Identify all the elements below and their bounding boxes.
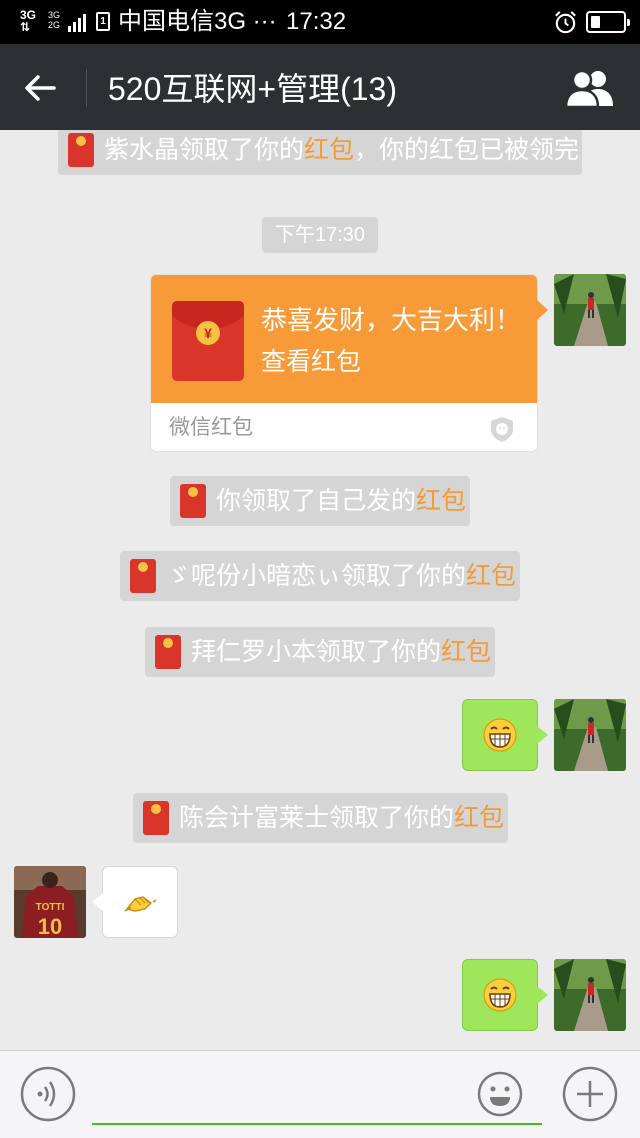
user-avatar-image [554, 959, 626, 1031]
red-packet-label: 微信红包 [169, 416, 253, 439]
red-packet-notice: ゞ呢份小暗恋ぃ领取了你的 红包 [120, 551, 520, 601]
grin-emoji-icon [483, 978, 517, 1012]
sim1-network-label: 3G [48, 10, 61, 20]
sim-card-icon: 1 [96, 12, 110, 31]
status-time: 17:32 [286, 8, 347, 35]
red-packet-link[interactable]: 红包 [441, 627, 491, 677]
totti-avatar-image: TOTTI 10 [14, 866, 86, 938]
notice-text: 你领取了自己发的 [216, 487, 417, 515]
red-packet-icon [155, 635, 181, 669]
wechat-shield-icon [491, 417, 513, 442]
red-packet-message[interactable]: ¥ 恭喜发财，大吉大利！ 查看红包 微信红包 [150, 274, 538, 452]
message-input[interactable] [92, 1071, 542, 1125]
user-avatar-image [554, 699, 626, 771]
data-arrows-icon: ⇅ [20, 20, 31, 34]
emoji-message[interactable] [92, 866, 178, 938]
jersey-number: 10 [38, 914, 62, 938]
avatar[interactable] [554, 959, 626, 1031]
group-members-icon[interactable] [564, 66, 616, 110]
coin-icon: ¥ [196, 321, 220, 345]
red-packet-notice: 陈会计富莱士领取了你的 红包 [133, 793, 508, 843]
header-divider [86, 69, 87, 107]
avatar[interactable]: TOTTI 10 [14, 866, 86, 938]
red-packet-link[interactable]: 红包 [466, 551, 516, 601]
red-packet-icon [143, 801, 169, 835]
red-packet-notice: 你领取了自己发的 红包 [170, 476, 470, 526]
red-packet-greeting: 恭喜发财，大吉大利！ [261, 305, 522, 335]
emoji-icon[interactable] [476, 1066, 524, 1122]
avatar[interactable] [554, 274, 626, 346]
red-packet-icon [130, 559, 156, 593]
view-red-packet[interactable]: 查看红包 [261, 345, 361, 379]
avatar[interactable] [554, 699, 626, 771]
bubble-tail [537, 300, 548, 320]
chat-header: 520互联网+管理(13) [0, 44, 640, 130]
chat-title: 520互联网+管理(13) [108, 71, 397, 107]
red-packet-link[interactable]: 红包 [454, 793, 504, 843]
red-packet-footer: 微信红包 [151, 403, 537, 451]
status-bar: 3G ⇅ 3G 2G 1 中国电信3G ··· 17:32 [0, 0, 640, 44]
user-avatar-image [554, 274, 626, 346]
alarm-icon [555, 11, 576, 34]
back-arrow-icon[interactable] [18, 66, 62, 110]
signal-icon [68, 12, 86, 32]
grin-emoji-icon [483, 718, 517, 752]
input-bar [0, 1050, 640, 1138]
timestamp: 下午17:30 [262, 217, 378, 253]
red-packet-link[interactable]: 红包 [304, 130, 354, 175]
emoji-message[interactable] [462, 959, 548, 1031]
emoji-message[interactable] [462, 699, 548, 771]
voice-icon[interactable] [20, 1066, 76, 1122]
red-packet-icon [68, 133, 94, 167]
chat-messages[interactable]: 紫水晶领取了你的 红包 ，你的红包已被领完 下午17:30 ¥ 恭喜发财，大吉大利！… [0, 130, 640, 1050]
red-packet-link[interactable]: 红包 [416, 476, 466, 526]
notice-text: ゞ呢份小暗恋ぃ领取了你的 [166, 562, 467, 590]
notice-text: ，你的红包已被领完 [354, 136, 580, 164]
carrier-name: 中国电信3G ··· [118, 8, 277, 35]
notice-text: 陈会计富莱士领取了你的 [179, 804, 455, 832]
red-envelope-icon: ¥ [172, 301, 244, 381]
battery-icon [586, 11, 630, 33]
plus-icon[interactable] [560, 1066, 620, 1122]
red-packet-notice: 拜仁罗小本领取了你的 红包 [145, 627, 495, 677]
notice-text: 拜仁罗小本领取了你的 [191, 638, 442, 666]
red-packet-icon [180, 484, 206, 518]
dual-sim-signal: 3G 2G [48, 10, 60, 30]
sim2-network-label: 2G [48, 20, 61, 30]
jersey-name: TOTTI [36, 902, 65, 913]
notice-text: 紫水晶领取了你的 [104, 136, 305, 164]
red-packet-notice: 紫水晶领取了你的 红包 ，你的红包已被领完 [58, 130, 582, 175]
shake-hands-emoji-icon [124, 896, 157, 912]
network-type: 3G ⇅ [20, 9, 40, 33]
red-packet-header: ¥ 恭喜发财，大吉大利！ 查看红包 [151, 275, 537, 403]
